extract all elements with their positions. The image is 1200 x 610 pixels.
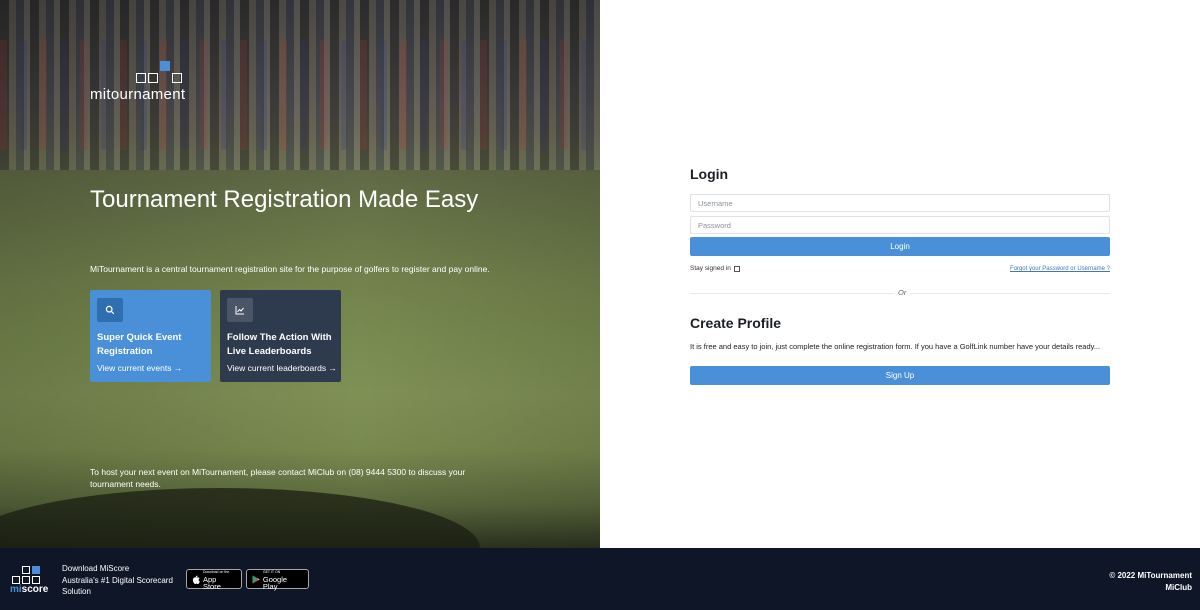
or-separator: Or xyxy=(894,288,911,297)
sign-up-button[interactable]: Sign Up xyxy=(690,366,1110,385)
miscore-logo[interactable]: miscore xyxy=(10,562,54,596)
miscore-logo-text: miscore xyxy=(10,584,49,595)
password-input[interactable] xyxy=(690,216,1110,234)
hero-subtitle: MiTournament is a central tournament reg… xyxy=(90,264,490,274)
brand-logo[interactable]: mitournament xyxy=(90,60,190,103)
view-current-events-link[interactable]: View current events → xyxy=(97,363,182,373)
login-title: Login xyxy=(690,166,729,182)
footer: miscore Download MiScore Australia's #1 … xyxy=(0,548,1200,610)
chart-icon xyxy=(227,298,253,322)
brand-squares-icon xyxy=(136,60,184,84)
hero-contact-text: To host your next event on MiTournament,… xyxy=(90,467,466,489)
username-input[interactable] xyxy=(690,194,1110,212)
card-live-leaderboards[interactable]: Follow The Action With Live Leaderboards… xyxy=(220,290,341,382)
download-miscore-text: Download MiScore Australia's #1 Digital … xyxy=(62,564,173,596)
hero-section: mitournament Tournament Registration Mad… xyxy=(0,0,600,548)
copyright: © 2022 MiTournament MiClub xyxy=(1109,571,1192,592)
create-profile-description: It is free and easy to join, just comple… xyxy=(690,342,1101,351)
card-title: Follow The Action With Live Leaderboards xyxy=(227,332,332,357)
card-title: Super Quick Event Registration xyxy=(97,332,182,357)
auth-panel: Login Login Stay signed in Forgot your P… xyxy=(600,0,1200,548)
card-event-registration[interactable]: Super Quick Event Registration View curr… xyxy=(90,290,211,382)
login-button[interactable]: Login xyxy=(690,237,1110,256)
stay-signed-in-checkbox[interactable] xyxy=(733,265,740,272)
stay-signed-in[interactable]: Stay signed in xyxy=(690,265,740,272)
hero-title: Tournament Registration Made Easy xyxy=(90,186,479,213)
create-profile-title: Create Profile xyxy=(690,315,782,331)
brand-name: mitournament xyxy=(90,86,186,103)
app-store-badge[interactable]: Download on the App Store xyxy=(186,569,242,590)
google-play-icon xyxy=(252,574,260,584)
stay-signed-in-label: Stay signed in xyxy=(690,265,731,272)
apple-icon xyxy=(192,575,200,584)
forgot-credentials-link[interactable]: Forgot your Password or Username ? xyxy=(1010,266,1110,272)
search-icon xyxy=(97,298,123,322)
google-play-badge[interactable]: GET IT ON Google Play xyxy=(246,569,309,590)
view-current-leaderboards-link[interactable]: View current leaderboards → xyxy=(227,363,337,373)
